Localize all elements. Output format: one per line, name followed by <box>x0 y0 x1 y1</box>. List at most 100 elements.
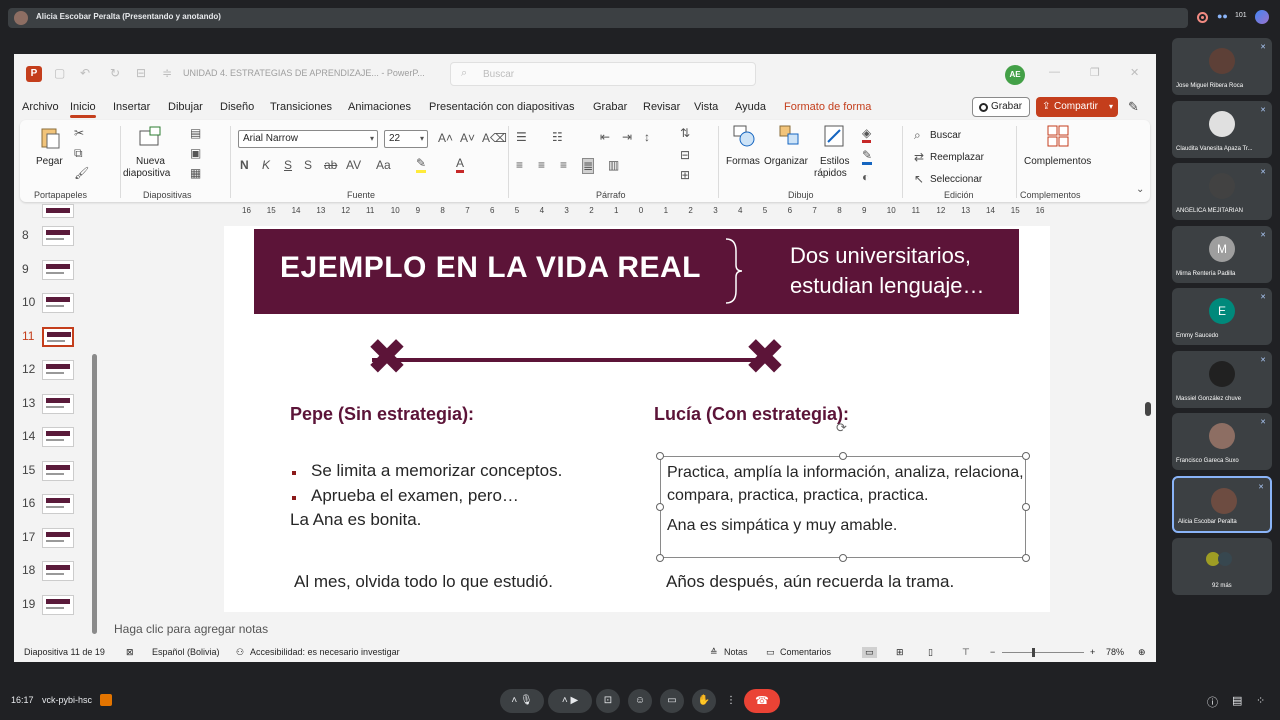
text-direction-icon[interactable]: ⇅ <box>680 126 690 140</box>
resize-handle[interactable] <box>1022 503 1030 511</box>
gemini-icon[interactable] <box>1255 10 1269 24</box>
chat-icon[interactable]: ▤ <box>1232 694 1242 707</box>
shapes-icon[interactable] <box>732 124 756 148</box>
notes-icon[interactable]: ≙ <box>710 647 718 658</box>
align-center-icon[interactable]: ≡ <box>538 158 545 172</box>
minimize-icon[interactable]: — <box>1049 66 1060 78</box>
zoom-out-icon[interactable]: − <box>990 647 995 657</box>
arrange-icon[interactable] <box>778 124 802 148</box>
slide-thumbnail[interactable] <box>42 293 74 313</box>
smartart-icon[interactable]: ⊞ <box>680 168 690 182</box>
normal-view-icon[interactable]: ▭ <box>862 647 877 658</box>
new-slide-label[interactable]: Nueva <box>136 156 165 167</box>
tab-grabar[interactable]: Grabar <box>593 101 627 113</box>
zoom-thumb[interactable] <box>1032 648 1035 657</box>
resize-handle[interactable] <box>1022 554 1030 562</box>
comments-icon[interactable]: ▭ <box>766 647 775 658</box>
emoji-button[interactable]: ☺ <box>628 689 652 713</box>
shadow-icon[interactable]: S <box>304 158 312 172</box>
find-label[interactable]: Buscar <box>930 130 961 141</box>
thumbnail-scrollbar[interactable] <box>92 354 97 634</box>
align-text-icon[interactable]: ⊟ <box>680 148 690 162</box>
participant-tile[interactable]: ✕ Claudita Vanesita Apaza Tr... <box>1172 100 1272 158</box>
tab-diseno[interactable]: Diseño <box>220 101 254 113</box>
new-slide-icon[interactable] <box>138 126 162 150</box>
numbering-icon[interactable]: ☷ <box>552 130 563 144</box>
tab-inicio[interactable]: Inicio <box>70 101 96 118</box>
slide-thumbnail[interactable] <box>42 259 74 280</box>
comments-label[interactable]: Comentarios <box>780 647 831 657</box>
info-icon[interactable]: ⓘ <box>1207 694 1218 710</box>
mic-button[interactable]: ˄ 🎙 <box>500 689 544 713</box>
notes-placeholder[interactable]: Haga clic para agregar notas <box>114 622 268 636</box>
align-left-icon[interactable]: ≡ <box>516 158 523 172</box>
redo-icon[interactable]: ↻ <box>110 66 120 80</box>
slide-thumbnail[interactable] <box>42 561 74 581</box>
slide-thumbnail[interactable] <box>42 326 74 347</box>
captions-button[interactable]: ▭ <box>660 689 684 713</box>
quick-styles-icon[interactable] <box>822 124 846 148</box>
addins-label[interactable]: Complementos <box>1024 156 1091 167</box>
quick-styles-label[interactable]: Estilos <box>820 156 849 167</box>
notes-label[interactable]: Notas <box>724 647 748 657</box>
change-case-icon[interactable]: Aa <box>376 158 391 172</box>
bullets-icon[interactable]: ☰ <box>516 130 527 144</box>
shrink-font-icon[interactable]: A˅ <box>460 131 475 145</box>
copy-icon[interactable]: ⧉ <box>74 146 83 161</box>
accessibility-label[interactable]: Accesibilidad: es necesario investigar <box>250 647 400 657</box>
reading-view-icon[interactable]: ▯ <box>928 647 933 658</box>
increase-indent-icon[interactable]: ⇥ <box>622 130 632 144</box>
find-icon[interactable]: ⌕ <box>914 128 921 143</box>
format-painter-icon[interactable]: 🖌 <box>74 166 89 180</box>
underline-icon[interactable]: S <box>284 158 292 172</box>
more-options-button[interactable]: ⋮ <box>724 689 738 713</box>
font-color-icon[interactable]: A <box>456 156 465 173</box>
sorter-view-icon[interactable]: ⊞ <box>896 647 904 658</box>
tab-ayuda[interactable]: Ayuda <box>735 101 766 113</box>
tab-archivo[interactable]: Archivo <box>22 101 59 113</box>
search-box[interactable]: ⌕ Buscar <box>450 62 756 86</box>
replace-icon[interactable]: ⇄ <box>914 150 924 164</box>
shape-fill-icon[interactable]: ◈ <box>862 126 872 143</box>
tab-presentacion[interactable]: Presentación con diapositivas <box>429 101 575 113</box>
paste-icon[interactable] <box>38 126 62 150</box>
more-participants-tile[interactable]: 92 más <box>1172 538 1272 595</box>
save-icon[interactable]: ▢ <box>54 66 65 80</box>
tab-animaciones[interactable]: Animaciones <box>348 101 411 113</box>
resize-handle[interactable] <box>656 452 664 460</box>
rotate-handle-icon[interactable]: ⟳ <box>836 420 847 436</box>
select-icon[interactable]: ↖ <box>914 172 924 186</box>
ribbon-collapse-icon[interactable]: ⌄ <box>1136 184 1144 195</box>
font-name-select[interactable]: Arial Narrow ▾ <box>238 130 378 148</box>
spacing-icon[interactable]: AV <box>346 158 361 172</box>
new-slide-label-2[interactable]: diapositiva <box>123 168 170 179</box>
participant-tile[interactable]: E ✕ Emmy Saucedo <box>1172 288 1272 345</box>
highlight-icon[interactable]: ✎ <box>416 156 427 173</box>
tab-vista[interactable]: Vista <box>694 101 718 113</box>
slide-thumbnail[interactable] <box>42 594 74 615</box>
customize-icon[interactable]: ≑ <box>162 66 172 80</box>
slide-thumbnail[interactable] <box>42 427 74 447</box>
tab-insertar[interactable]: Insertar <box>113 101 150 113</box>
addins-icon[interactable] <box>1046 124 1070 148</box>
slide-thumbnail[interactable] <box>42 527 74 548</box>
quick-styles-label-2[interactable]: rápidos <box>814 168 847 179</box>
camera-button[interactable]: ˄ ▶ <box>548 689 592 713</box>
participant-tile[interactable]: ✕ Jose Miguel Ribera Roca <box>1172 38 1272 95</box>
slideshow-icon[interactable]: ⊤ <box>962 647 970 658</box>
section-icon[interactable]: ▦ <box>190 166 201 180</box>
replace-label[interactable]: Reemplazar <box>930 152 984 163</box>
arrange-label[interactable]: Organizar <box>764 156 808 167</box>
end-call-button[interactable]: ☎ <box>744 689 780 713</box>
strikethrough-icon[interactable]: ab <box>324 158 337 172</box>
slide-thumbnail[interactable] <box>42 494 74 514</box>
resize-handle[interactable] <box>839 554 847 562</box>
close-icon[interactable]: ✕ <box>1130 66 1139 79</box>
undo-icon[interactable]: ↶ <box>80 66 90 80</box>
slide-thumbnail[interactable] <box>42 460 74 481</box>
decrease-indent-icon[interactable]: ⇤ <box>600 130 610 144</box>
participant-tile[interactable]: ✕ Alicia Escobar Peralta <box>1172 475 1272 533</box>
shape-effects-icon[interactable]: ◐ <box>862 170 869 184</box>
present-button[interactable]: ⊡ <box>596 689 620 713</box>
present-icon[interactable]: ⊟ <box>136 66 146 80</box>
